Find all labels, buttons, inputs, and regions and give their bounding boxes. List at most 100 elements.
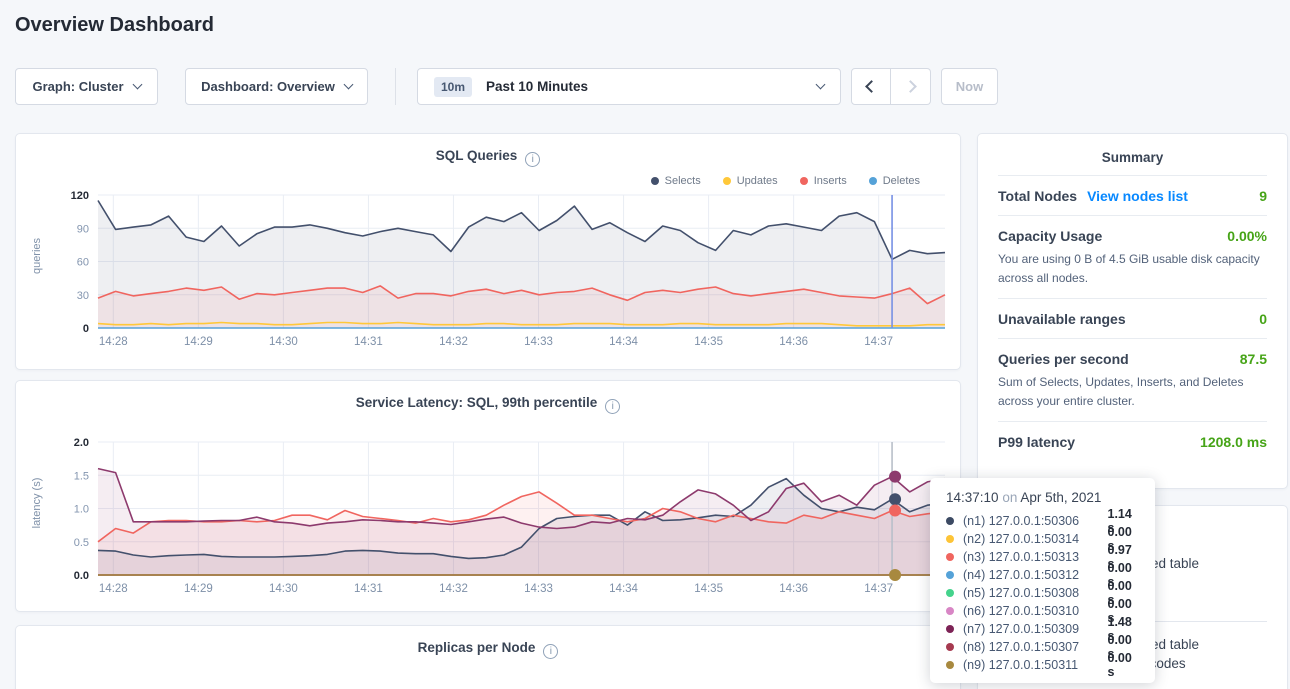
unavailable-ranges-value: 0 bbox=[1259, 311, 1267, 327]
legend-color-dot bbox=[800, 177, 808, 185]
sql-queries-title: SQL Queriesi bbox=[16, 148, 960, 167]
time-range-badge: 10m bbox=[434, 77, 472, 97]
capacity-description: You are using 0 B of 4.5 GiB usable disk… bbox=[998, 250, 1267, 287]
legend-label: Inserts bbox=[814, 175, 847, 187]
sql-queries-chart[interactable]: 030609012014:2814:2914:3014:3114:3214:33… bbox=[31, 190, 947, 350]
time-prev-button[interactable] bbox=[851, 68, 891, 105]
time-range-dropdown[interactable]: 10m Past 10 Minutes bbox=[417, 68, 841, 105]
info-icon[interactable]: i bbox=[605, 399, 620, 414]
graph-dropdown-label: Graph: Cluster bbox=[32, 79, 123, 94]
series-color-dot bbox=[946, 517, 954, 525]
svg-text:14:30: 14:30 bbox=[269, 336, 298, 348]
svg-text:14:30: 14:30 bbox=[269, 583, 298, 595]
tooltip-date: Apr 5th, 2021 bbox=[1020, 490, 1101, 505]
qps-description: Sum of Selects, Updates, Inserts, and De… bbox=[998, 373, 1267, 410]
chevron-down-icon bbox=[132, 80, 142, 90]
qps-label: Queries per second bbox=[998, 351, 1129, 367]
sql-queries-legend: Selects Updates Inserts Deletes bbox=[651, 175, 920, 187]
chevron-down-icon bbox=[343, 80, 353, 90]
tooltip-node-address: (n2) 127.0.0.1:50314 bbox=[963, 532, 1108, 546]
svg-text:2.0: 2.0 bbox=[74, 437, 89, 449]
svg-text:14:34: 14:34 bbox=[609, 336, 638, 348]
series-color-dot bbox=[946, 553, 954, 561]
replicas-per-node-card: Replicas per Node i bbox=[15, 625, 961, 689]
chevron-right-icon bbox=[904, 80, 917, 93]
graph-dropdown[interactable]: Graph: Cluster bbox=[15, 68, 158, 105]
svg-text:0.5: 0.5 bbox=[74, 537, 89, 549]
legend-item: Selects bbox=[651, 175, 701, 187]
dashboard-dropdown[interactable]: Dashboard: Overview bbox=[185, 68, 368, 105]
tooltip-on: on bbox=[1002, 490, 1017, 505]
legend-item: Inserts bbox=[800, 175, 847, 187]
svg-text:14:36: 14:36 bbox=[779, 583, 808, 595]
time-nav-group bbox=[851, 68, 931, 105]
summary-panel: Summary Total Nodes View nodes list 9 Ca… bbox=[977, 133, 1288, 489]
tooltip-node-address: (n8) 127.0.0.1:50307 bbox=[963, 640, 1108, 654]
svg-text:14:35: 14:35 bbox=[694, 583, 723, 595]
chart-hover-tooltip: 14:37:10 on Apr 5th, 2021 (n1) 127.0.0.1… bbox=[930, 478, 1155, 683]
summary-row-p99: P99 latency 1208.0 ms bbox=[998, 421, 1267, 461]
series-color-dot bbox=[946, 661, 954, 669]
total-nodes-label: Total Nodes bbox=[998, 188, 1077, 204]
replicas-title: Replicas per Node i bbox=[16, 640, 960, 659]
service-latency-card: Service Latency: SQL, 99th percentilei l… bbox=[15, 380, 961, 612]
p99-latency-value: 1208.0 ms bbox=[1200, 434, 1267, 450]
series-color-dot bbox=[946, 589, 954, 597]
dashboard-dropdown-label: Dashboard: Overview bbox=[201, 79, 335, 94]
svg-text:30: 30 bbox=[77, 290, 89, 302]
svg-text:1.5: 1.5 bbox=[74, 470, 89, 482]
svg-text:60: 60 bbox=[77, 257, 89, 269]
legend-label: Updates bbox=[737, 175, 778, 187]
legend-color-dot bbox=[723, 177, 731, 185]
legend-label: Deletes bbox=[883, 175, 920, 187]
tooltip-node-address: (n1) 127.0.0.1:50306 bbox=[963, 514, 1108, 528]
svg-text:14:28: 14:28 bbox=[99, 336, 128, 348]
tooltip-node-address: (n6) 127.0.0.1:50310 bbox=[963, 604, 1108, 618]
summary-row-qps: Queries per second 87.5 Sum of Selects, … bbox=[998, 338, 1267, 421]
service-latency-chart[interactable]: 0.00.51.01.52.014:2814:2914:3014:3114:32… bbox=[31, 437, 947, 597]
toolbar-divider bbox=[395, 68, 396, 105]
svg-text:0: 0 bbox=[83, 323, 89, 335]
svg-text:1.0: 1.0 bbox=[74, 504, 89, 516]
now-button[interactable]: Now bbox=[941, 68, 998, 105]
svg-text:14:32: 14:32 bbox=[439, 583, 468, 595]
series-color-dot bbox=[946, 571, 954, 579]
view-nodes-list-link[interactable]: View nodes list bbox=[1087, 188, 1188, 204]
series-color-dot bbox=[946, 535, 954, 543]
series-color-dot bbox=[946, 607, 954, 615]
svg-text:14:33: 14:33 bbox=[524, 583, 553, 595]
time-next-button[interactable] bbox=[891, 68, 931, 105]
svg-text:120: 120 bbox=[71, 190, 89, 202]
service-latency-title-text: Service Latency: SQL, 99th percentile bbox=[356, 395, 598, 410]
svg-text:14:33: 14:33 bbox=[524, 336, 553, 348]
tooltip-node-address: (n9) 127.0.0.1:50311 bbox=[963, 658, 1108, 672]
tooltip-node-address: (n4) 127.0.0.1:50312 bbox=[963, 568, 1108, 582]
summary-row-total-nodes: Total Nodes View nodes list 9 bbox=[998, 175, 1267, 215]
p99-latency-label: P99 latency bbox=[998, 434, 1075, 450]
tooltip-node-value: 0.00 s bbox=[1108, 651, 1142, 679]
svg-text:0.0: 0.0 bbox=[74, 570, 89, 582]
svg-text:14:29: 14:29 bbox=[184, 336, 213, 348]
legend-color-dot bbox=[651, 177, 659, 185]
replicas-title-text: Replicas per Node bbox=[418, 640, 536, 655]
info-icon[interactable]: i bbox=[525, 152, 540, 167]
unavailable-ranges-label: Unavailable ranges bbox=[998, 311, 1126, 327]
tooltip-time: 14:37:10 bbox=[946, 490, 999, 505]
legend-color-dot bbox=[869, 177, 877, 185]
tooltip-node-address: (n7) 127.0.0.1:50309 bbox=[963, 622, 1108, 636]
sql-queries-card: SQL Queriesi Selects Updates Inserts Delete… bbox=[15, 133, 961, 370]
tooltip-timestamp: 14:37:10 on Apr 5th, 2021 bbox=[946, 490, 1141, 505]
tooltip-row: (n9) 127.0.0.1:503110.00 s bbox=[946, 656, 1141, 674]
svg-text:14:28: 14:28 bbox=[99, 583, 128, 595]
total-nodes-value: 9 bbox=[1259, 188, 1267, 204]
svg-text:14:37: 14:37 bbox=[864, 336, 893, 348]
page-title: Overview Dashboard bbox=[15, 14, 214, 37]
time-range-label: Past 10 Minutes bbox=[486, 79, 807, 94]
svg-text:14:31: 14:31 bbox=[354, 336, 383, 348]
capacity-label: Capacity Usage bbox=[998, 228, 1102, 244]
tooltip-node-address: (n5) 127.0.0.1:50308 bbox=[963, 586, 1108, 600]
svg-text:14:31: 14:31 bbox=[354, 583, 383, 595]
svg-text:14:36: 14:36 bbox=[779, 336, 808, 348]
info-icon[interactable]: i bbox=[543, 644, 558, 659]
svg-text:14:37: 14:37 bbox=[864, 583, 893, 595]
